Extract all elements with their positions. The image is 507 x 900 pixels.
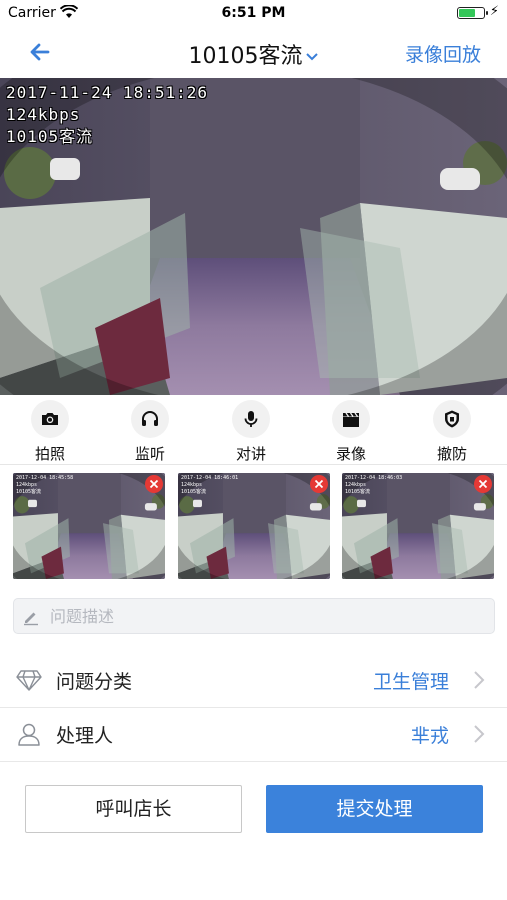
nav-bar: 10105客流 录像回放 bbox=[0, 28, 507, 78]
intercom-button[interactable]: 对讲 bbox=[211, 395, 291, 465]
osd-date: 2017-11-24 18:51:26 bbox=[6, 83, 209, 102]
snapshot-stamp: 2017-12-04 18:46:01 124kbps 10105客流 bbox=[181, 475, 239, 495]
intercom-label: 对讲 bbox=[235, 445, 266, 463]
osd-bitrate: 124kbps bbox=[6, 105, 81, 124]
status-bar: Carrier 6:51 PM ⚡ bbox=[0, 0, 507, 28]
delete-icon[interactable] bbox=[474, 475, 492, 493]
delete-icon[interactable] bbox=[145, 475, 163, 493]
pencil-icon bbox=[24, 612, 38, 626]
description-input[interactable] bbox=[50, 599, 480, 633]
handler-value: 芈戎 bbox=[410, 725, 449, 747]
snapshot-thumbnail[interactable]: 2017-12-04 18:45:58 124kbps 10105客流 bbox=[13, 473, 165, 579]
snapshot-strip: 2017-12-04 18:45:58 124kbps 10105客流 2017… bbox=[0, 465, 507, 590]
video-osd: 2017-11-24 18:51:26 124kbps 10105客流 bbox=[6, 82, 208, 148]
chevron-down-icon bbox=[305, 53, 318, 61]
microphone-icon bbox=[232, 400, 270, 438]
delete-icon[interactable] bbox=[310, 475, 328, 493]
clock: 6:51 PM bbox=[221, 5, 286, 21]
handler-label: 处理人 bbox=[56, 725, 114, 747]
snapshot-label: 拍照 bbox=[34, 445, 65, 463]
call-manager-button[interactable]: 呼叫店长 bbox=[25, 785, 242, 833]
diamond-icon bbox=[16, 670, 42, 691]
user-icon bbox=[18, 723, 40, 746]
handler-row[interactable]: 处理人 芈戎 bbox=[0, 707, 507, 761]
monitor-button[interactable]: 监听 bbox=[110, 395, 190, 465]
snapshot-stamp: 2017-12-04 18:46:03 124kbps 10105客流 bbox=[345, 475, 403, 495]
battery-icon bbox=[457, 7, 488, 19]
osd-channel: 10105客流 bbox=[6, 127, 94, 146]
shield-icon bbox=[433, 400, 471, 438]
camera-icon bbox=[31, 400, 69, 438]
record-button[interactable]: 录像 bbox=[311, 395, 391, 465]
category-label: 问题分类 bbox=[56, 671, 133, 693]
live-video[interactable]: 2017-11-24 18:51:26 124kbps 10105客流 bbox=[0, 78, 507, 395]
clapperboard-icon bbox=[332, 400, 370, 438]
description-field[interactable] bbox=[13, 598, 495, 634]
chevron-right-icon bbox=[474, 671, 485, 689]
snapshot-stamp: 2017-12-04 18:45:58 124kbps 10105客流 bbox=[16, 475, 74, 495]
monitor-label: 监听 bbox=[134, 445, 165, 463]
record-label: 录像 bbox=[335, 445, 366, 463]
snapshot-thumbnail[interactable]: 2017-12-04 18:46:01 124kbps 10105客流 bbox=[178, 473, 330, 579]
chevron-right-icon bbox=[474, 725, 485, 743]
snapshot-thumbnail[interactable]: 2017-12-04 18:46:03 124kbps 10105客流 bbox=[342, 473, 494, 579]
category-value: 卫生管理 bbox=[372, 671, 449, 693]
disarm-label: 撤防 bbox=[436, 445, 467, 463]
playback-button[interactable]: 录像回放 bbox=[405, 40, 481, 67]
battery-level bbox=[459, 9, 476, 17]
disarm-button[interactable]: 撤防 bbox=[412, 395, 492, 465]
divider bbox=[0, 761, 507, 762]
category-row[interactable]: 问题分类 卫生管理 bbox=[0, 653, 507, 707]
submit-button[interactable]: 提交处理 bbox=[266, 785, 483, 833]
snapshot-button[interactable]: 拍照 bbox=[10, 395, 90, 465]
page-title: 10105客流 bbox=[188, 44, 303, 69]
control-toolbar: 拍照 监听 对讲 录像 撤防 bbox=[0, 395, 507, 465]
headphones-icon bbox=[131, 400, 169, 438]
charging-icon: ⚡ bbox=[489, 4, 499, 19]
